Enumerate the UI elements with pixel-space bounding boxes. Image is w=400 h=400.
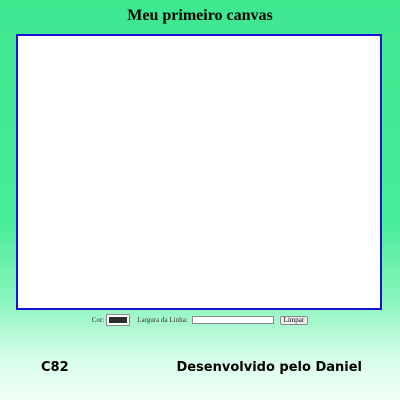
footer-credit: Desenvolvido pelo Daniel — [176, 360, 362, 375]
page-title: Meu primeiro canvas — [127, 7, 273, 24]
footer-code: C82 — [41, 360, 69, 375]
color-swatch — [109, 317, 128, 323]
line-width-input[interactable] — [191, 316, 274, 324]
controls-bar: Cor: Largura da Linha: Limpar — [0, 313, 400, 327]
line-width-label: Largura da Linha: — [137, 316, 188, 324]
clear-button[interactable]: Limpar — [279, 315, 309, 325]
color-label: Cor: — [91, 316, 105, 324]
drawing-canvas[interactable] — [16, 34, 382, 310]
color-picker[interactable] — [106, 314, 131, 326]
